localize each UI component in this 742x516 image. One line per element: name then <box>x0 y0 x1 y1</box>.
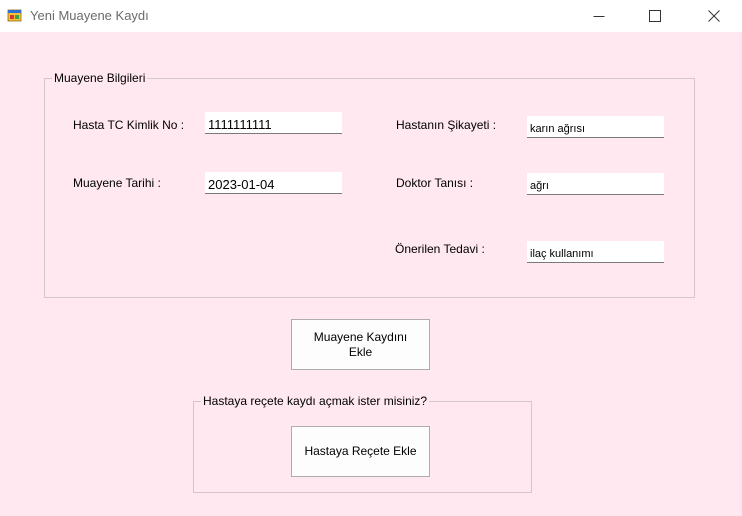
prescription-legend: Hastaya reçete kaydı açmak ister misiniz… <box>201 394 430 408</box>
add-exam-button[interactable]: Muayene Kaydını Ekle <box>291 319 430 370</box>
app-icon <box>7 9 22 22</box>
tc-label: Hasta TC Kimlik No : <box>73 118 185 132</box>
title-bar[interactable]: Yeni Muayene Kaydı <box>0 0 742 32</box>
treatment-label: Önerilen Tedavi : <box>395 242 485 256</box>
maximize-icon <box>649 9 661 22</box>
close-icon <box>708 9 720 22</box>
window-title: Yeni Muayene Kaydı <box>30 8 149 23</box>
maximize-button[interactable] <box>632 0 678 31</box>
add-prescription-button[interactable]: Hastaya Reçete Ekle <box>291 426 430 477</box>
close-button[interactable] <box>691 0 737 31</box>
form-client-area: Muayene Bilgileri Hasta TC Kimlik No : M… <box>0 32 742 516</box>
minimize-icon <box>593 15 605 17</box>
diagnosis-field[interactable] <box>527 173 664 195</box>
date-field[interactable] <box>205 172 342 194</box>
treatment-field[interactable] <box>527 241 664 263</box>
exam-info-legend: Muayene Bilgileri <box>52 71 148 85</box>
tc-field[interactable] <box>205 112 342 134</box>
date-label: Muayene Tarihi : <box>73 176 161 190</box>
complaint-field[interactable] <box>527 116 664 138</box>
diagnosis-label: Doktor Tanısı : <box>396 176 474 190</box>
complaint-label: Hastanın Şikayeti : <box>396 118 497 132</box>
minimize-button[interactable] <box>576 0 622 31</box>
